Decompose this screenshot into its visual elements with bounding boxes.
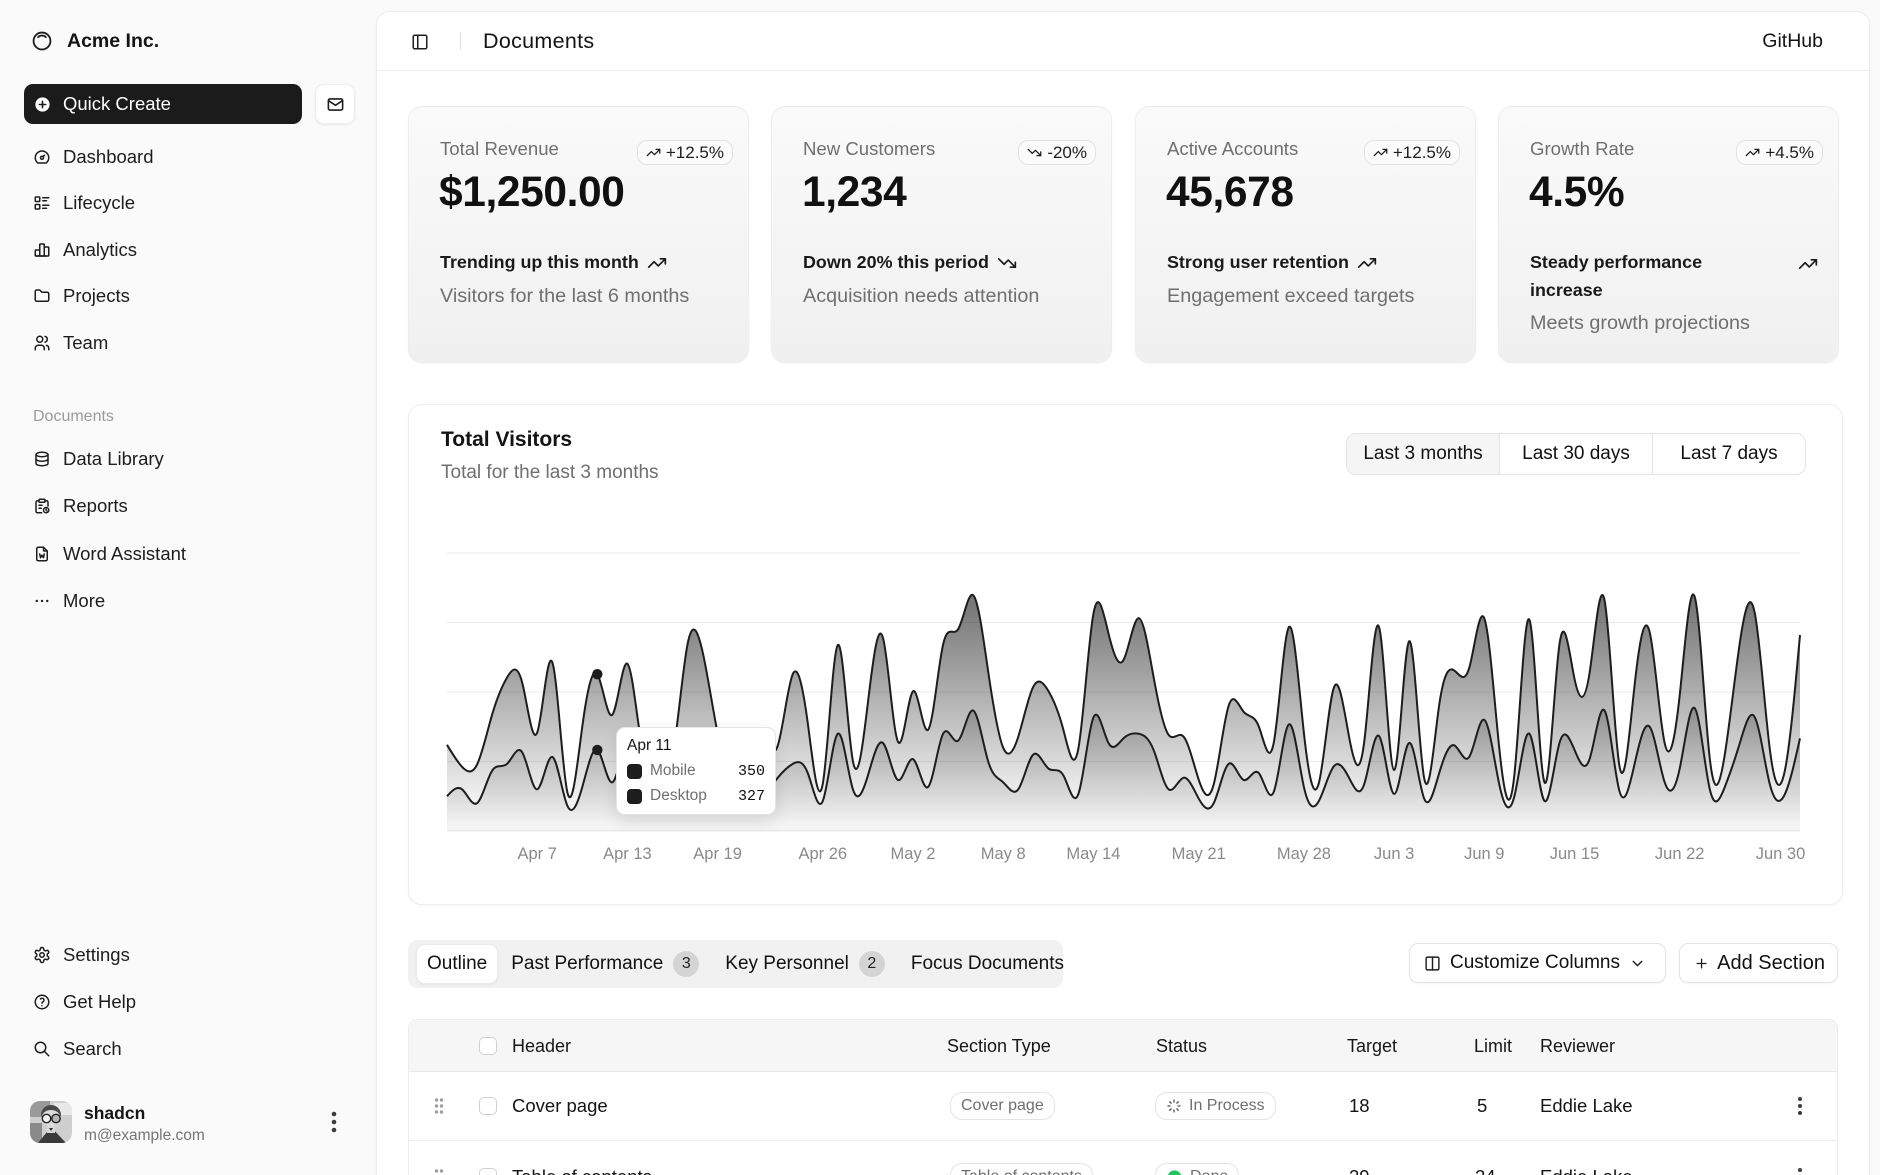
svg-text:May 8: May 8 — [981, 845, 1026, 863]
svg-text:May 28: May 28 — [1277, 845, 1331, 863]
svg-text:Apr 26: Apr 26 — [798, 845, 847, 863]
svg-text:Apr 7: Apr 7 — [517, 845, 556, 863]
svg-text:May 14: May 14 — [1066, 845, 1120, 863]
svg-text:Jun 9: Jun 9 — [1464, 845, 1504, 863]
svg-text:May 21: May 21 — [1172, 845, 1226, 863]
svg-text:Jun 3: Jun 3 — [1374, 845, 1414, 863]
svg-text:Apr 19: Apr 19 — [693, 845, 742, 863]
svg-text:Jun 30: Jun 30 — [1756, 845, 1806, 863]
svg-text:Jun 15: Jun 15 — [1550, 845, 1600, 863]
svg-text:May 2: May 2 — [891, 845, 936, 863]
svg-text:Apr 13: Apr 13 — [603, 845, 652, 863]
svg-text:Jun 22: Jun 22 — [1655, 845, 1705, 863]
